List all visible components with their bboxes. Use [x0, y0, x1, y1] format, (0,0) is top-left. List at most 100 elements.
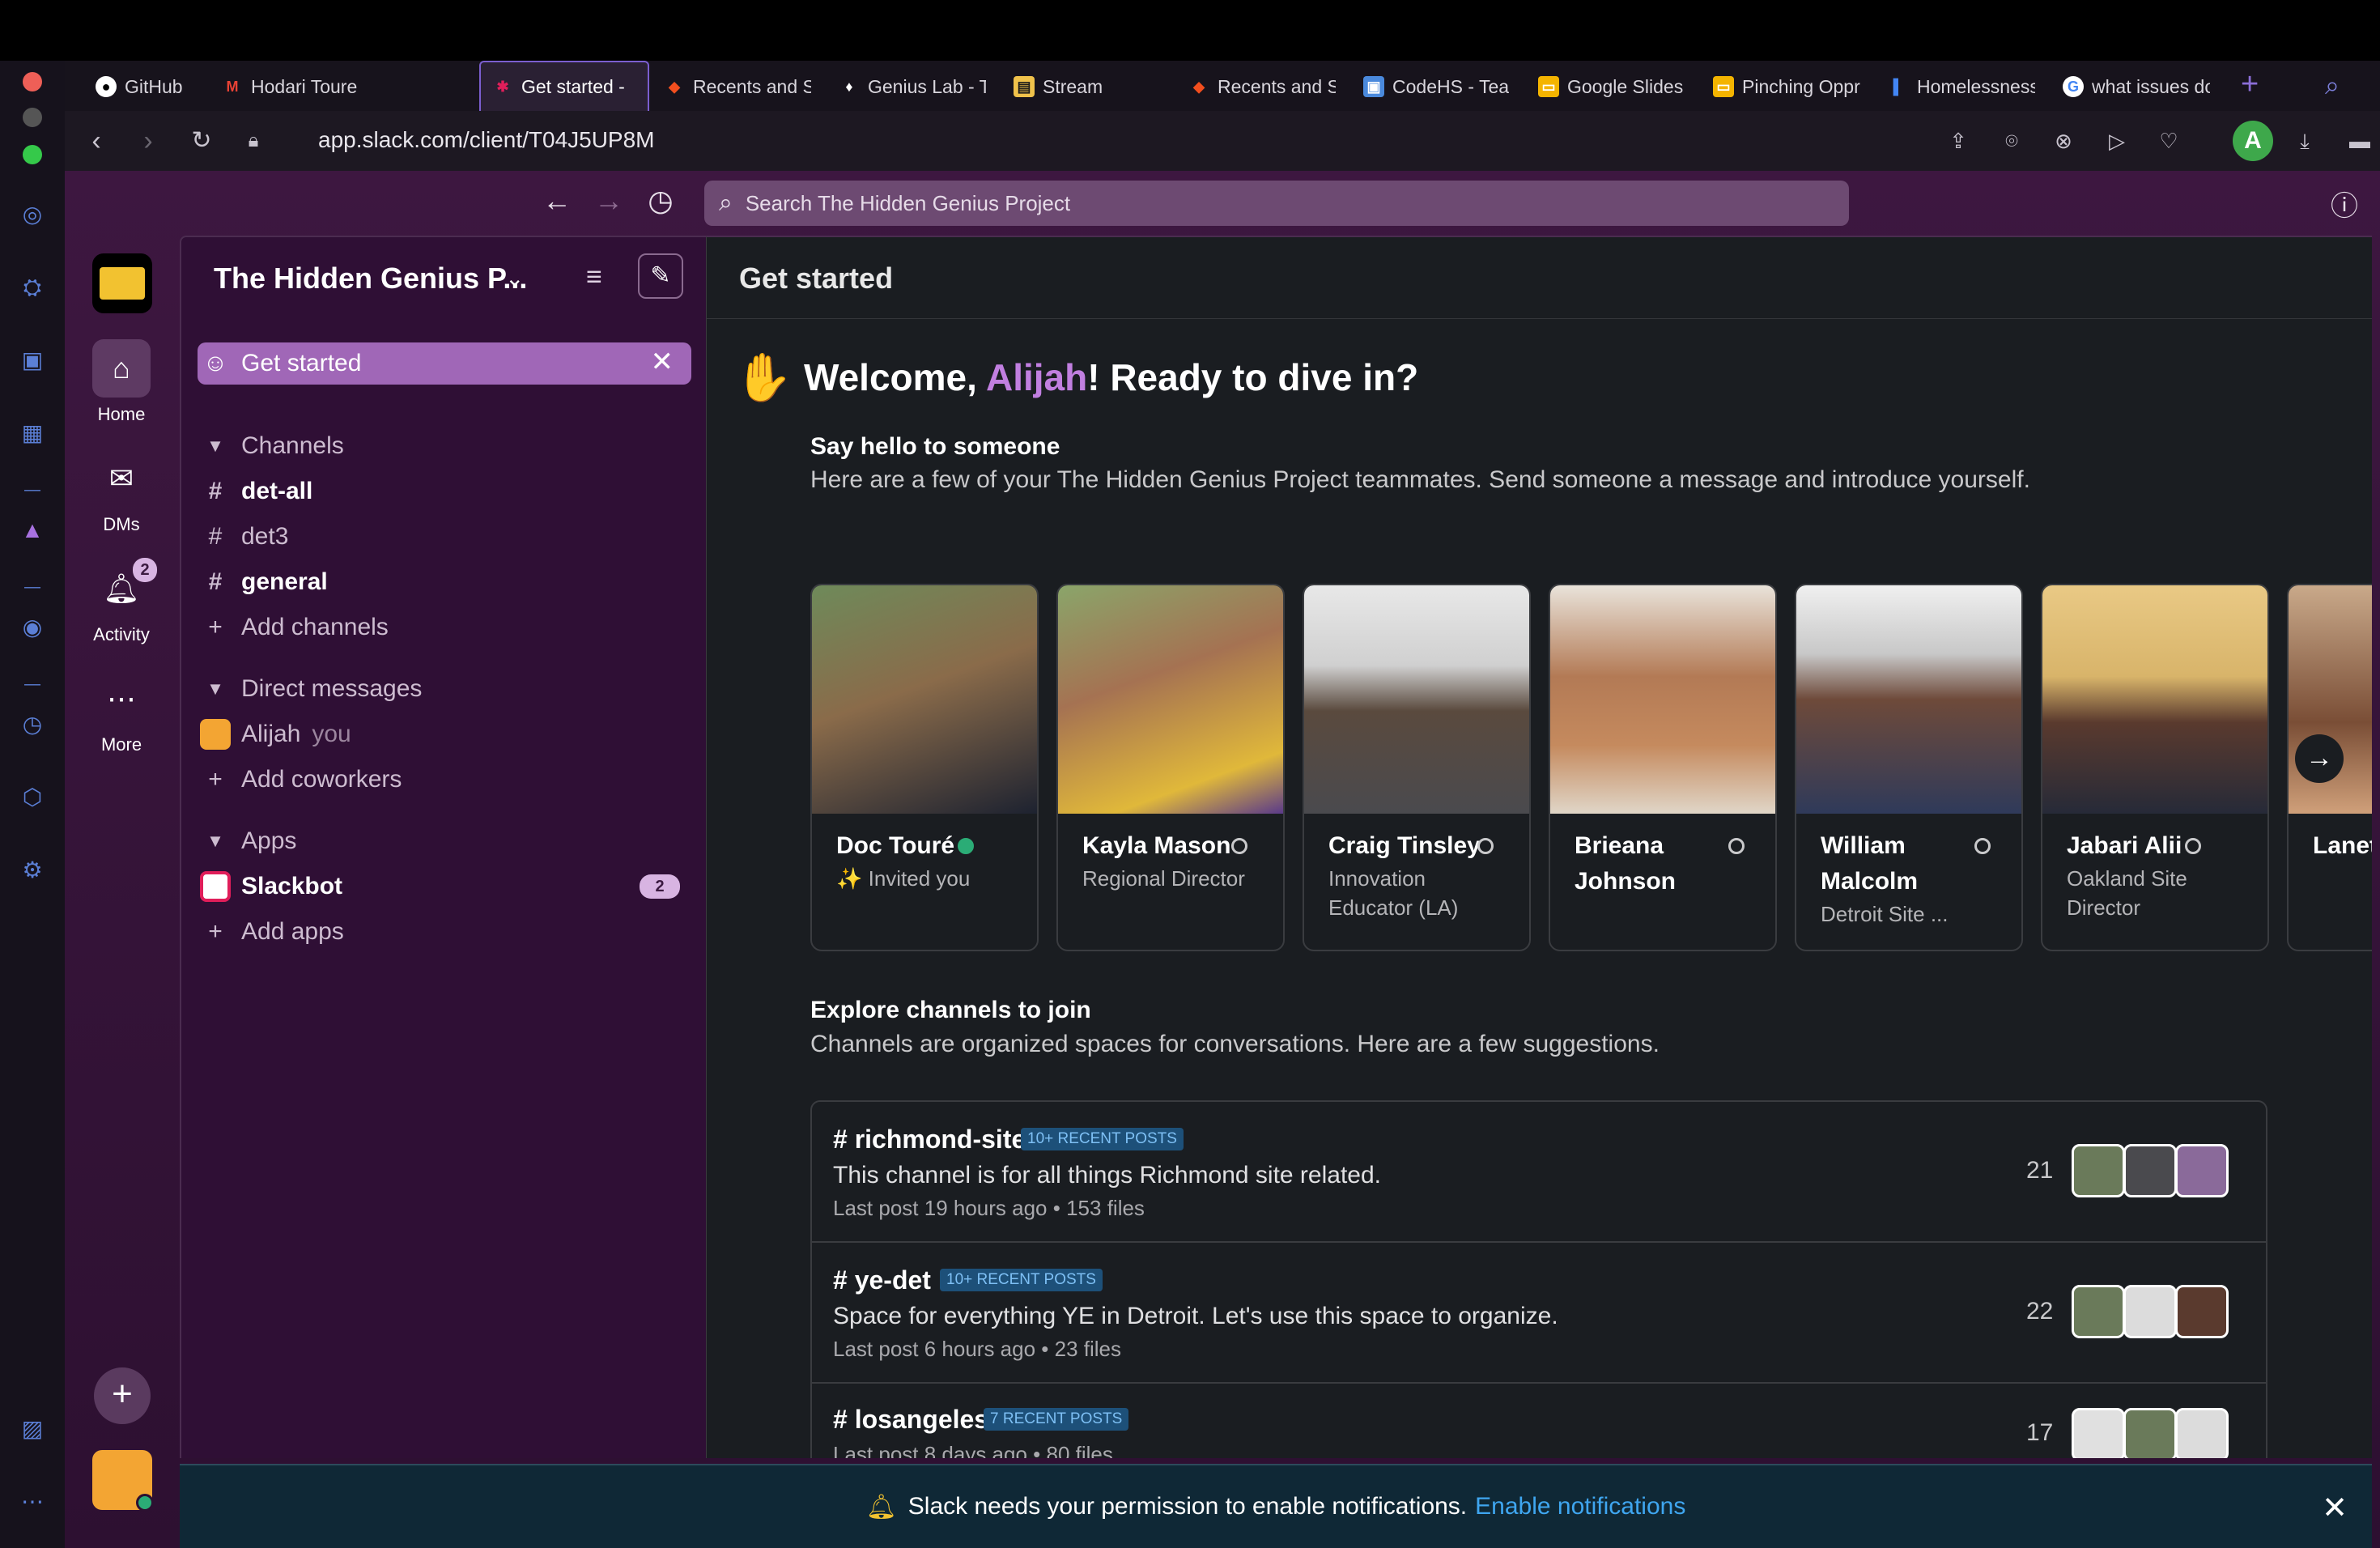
filter-icon[interactable]: ≡	[586, 262, 602, 293]
new-tab-icon[interactable]: +	[2241, 67, 2259, 102]
minimize-window-button[interactable]	[23, 108, 42, 127]
forward-icon[interactable]: ›	[133, 125, 164, 156]
person-photo	[1796, 585, 2021, 814]
tab-search-icon[interactable]: ⌕	[2325, 70, 2340, 101]
sidebar-item-det3[interactable]: # det3	[198, 516, 691, 558]
history-icon[interactable]: ◷	[18, 710, 47, 739]
apps-section-header[interactable]: ▼ Apps	[198, 820, 691, 862]
channel-row[interactable]: # richmond-site 10+ RECENT POSTS This ch…	[810, 1100, 2267, 1243]
person-card[interactable]: Craig Tinsley Innovation Educator (LA)	[1303, 584, 1531, 951]
rail-more[interactable]: ⋯ More	[81, 670, 162, 755]
genius-logo-icon	[100, 267, 145, 300]
tab-gmail[interactable]: M Hodari Toure	[210, 66, 380, 108]
rail-dms[interactable]: ✉ DMs	[81, 449, 162, 535]
user-avatar[interactable]	[92, 1450, 154, 1512]
chevron-down-icon[interactable]: ⌄	[505, 265, 524, 291]
sidebar-item-slackbot[interactable]: Slackbot 2	[198, 865, 691, 908]
close-icon[interactable]: ✕	[651, 346, 674, 378]
maximize-window-button[interactable]	[23, 145, 42, 164]
search-input[interactable]: ⌕ Search The Hidden Genius Project	[704, 181, 1849, 226]
share-icon[interactable]: ⇪	[1944, 127, 1972, 155]
dm-section-header[interactable]: ▼ Direct messages	[198, 668, 691, 710]
browser-sidebar: ◎ ⛭ ▣ ▦ — ▲ — ◉ — ◷ ⬡ ⚙ ▨ ⋯	[0, 61, 65, 1548]
tab-get-started[interactable]: ✱ Get started -	[479, 61, 649, 111]
compose-icon[interactable]: ✎	[638, 253, 683, 299]
next-arrow-icon[interactable]: →	[2295, 734, 2344, 783]
rail-activity[interactable]: 🔔︎ Activity 2	[81, 558, 162, 645]
channel-name: # ye-det	[833, 1265, 931, 1295]
add-channels-button[interactable]: + Add channels	[198, 606, 691, 649]
online-status-icon	[136, 1494, 154, 1512]
reload-icon[interactable]: ↻	[186, 125, 217, 156]
say-hello-title: Say hello to someone	[810, 433, 1060, 460]
history-back-icon[interactable]: ←	[539, 184, 575, 218]
speed-dial-icon[interactable]: ◎	[18, 200, 47, 229]
person-card[interactable]: Jabari Alii Oakland Site Director	[2041, 584, 2269, 951]
stream-icon: ▤	[1014, 76, 1035, 97]
figma-icon: ◆	[669, 78, 680, 95]
away-status-icon	[1974, 838, 1991, 854]
camera-icon[interactable]: ⌾	[1998, 127, 2025, 155]
avatar	[2175, 1408, 2229, 1458]
add-coworkers-button[interactable]: + Add coworkers	[198, 759, 691, 801]
tab-figma-recents[interactable]: ◆ Recents and S	[652, 66, 822, 108]
channel-sidebar: The Hidden Genius P... ⌄ ≡ ✎ ☺ Get start…	[180, 236, 706, 1458]
back-icon[interactable]: ‹	[81, 125, 112, 156]
settings-icon[interactable]: ⚙	[18, 856, 47, 885]
more-options-icon[interactable]: ⋯	[18, 1487, 47, 1516]
workspace-name[interactable]: The Hidden Genius P...	[214, 262, 527, 296]
channels-section-header[interactable]: ▼ Channels	[198, 425, 691, 467]
aria-icon[interactable]: ▲	[18, 516, 47, 545]
add-apps-button[interactable]: + Add apps	[198, 911, 691, 953]
slack-icon: ✱	[496, 78, 509, 95]
tab-figma-recents-2[interactable]: ◆ Recents and S	[1177, 66, 1347, 108]
tab-codehs[interactable]: ▣ CodeHS - Tea	[1352, 66, 1522, 108]
tab-github[interactable]: ● GitHub	[84, 66, 206, 108]
profile-avatar[interactable]: A	[2233, 121, 2273, 161]
help-icon[interactable]: ⓘ	[2327, 184, 2362, 223]
history-clock-icon[interactable]: ◷	[643, 184, 678, 218]
download-icon[interactable]: ⤓	[2291, 127, 2318, 155]
url-field[interactable]: app.slack.com/client/T04J5UP8M	[318, 127, 655, 153]
channel-row[interactable]: # losangeles 7 RECENT POSTS Last post 8 …	[810, 1382, 2267, 1458]
sidebar-item-general[interactable]: # general	[198, 561, 691, 603]
person-card[interactable]: Brieana Johnson	[1549, 584, 1777, 951]
history-forward-icon[interactable]: →	[591, 184, 627, 218]
tab-google-slides[interactable]: ▭ Google Slides	[1527, 66, 1697, 108]
sidebar-item-get-started[interactable]: ☺ Get started ✕	[198, 342, 691, 385]
slackbot-icon	[198, 871, 233, 902]
tab-pinching-opportunities[interactable]: ▭ Pinching Oppr	[1702, 66, 1872, 108]
enable-notifications-link[interactable]: Enable notifications	[1475, 1493, 1685, 1520]
rail-home[interactable]: ⌂ Home	[81, 339, 162, 425]
divider-icon: —	[24, 578, 40, 596]
plus-icon: +	[208, 918, 223, 945]
cube-icon[interactable]: ⬡	[18, 783, 47, 812]
person-card[interactable]: Kayla Mason Regional Director	[1056, 584, 1285, 951]
tab-genius-lab[interactable]: ♦ Genius Lab - T	[827, 66, 997, 108]
bulb-icon: ♦	[845, 78, 853, 95]
extension-icon[interactable]: ▦	[18, 419, 47, 448]
tray-icon[interactable]: ⛭	[18, 273, 47, 302]
gallery-icon[interactable]: ▨	[18, 1414, 47, 1444]
tab-stream[interactable]: ▤ Stream	[1002, 66, 1172, 108]
slides-icon: ▭	[1713, 76, 1734, 97]
channel-row[interactable]: # ye-det 10+ RECENT POSTS Space for ever…	[810, 1241, 2267, 1384]
close-window-button[interactable]	[23, 72, 42, 91]
channel-name: # richmond-site	[833, 1125, 1026, 1154]
tab-google-search[interactable]: Gwhat issues do	[2051, 66, 2221, 108]
twitch-icon[interactable]: ▣	[18, 346, 47, 375]
send-icon[interactable]: ▷	[2103, 127, 2131, 155]
person-card[interactable]: William Malcolm Detroit Site ...	[1795, 584, 2023, 951]
tab-homelessness[interactable]: ▌ Homelessness	[1876, 66, 2046, 108]
person-card[interactable]: Doc Touré ✨ Invited you	[810, 584, 1039, 951]
sidebar-item-dm-alijah[interactable]: Alijah you	[198, 713, 691, 755]
add-workspace-button[interactable]: +	[94, 1367, 151, 1424]
player-icon[interactable]: ◉	[18, 613, 47, 642]
adblock-icon[interactable]: ⊗	[2050, 127, 2077, 155]
sidebar-item-det-all[interactable]: # det-all	[198, 470, 691, 512]
workspace-logo[interactable]	[92, 253, 152, 313]
close-icon[interactable]: ✕	[2322, 1490, 2348, 1526]
heart-icon[interactable]: ♡	[2155, 127, 2182, 155]
member-avatars	[2072, 1144, 2229, 1197]
recent-posts-badge: 10+ RECENT POSTS	[1021, 1128, 1184, 1150]
